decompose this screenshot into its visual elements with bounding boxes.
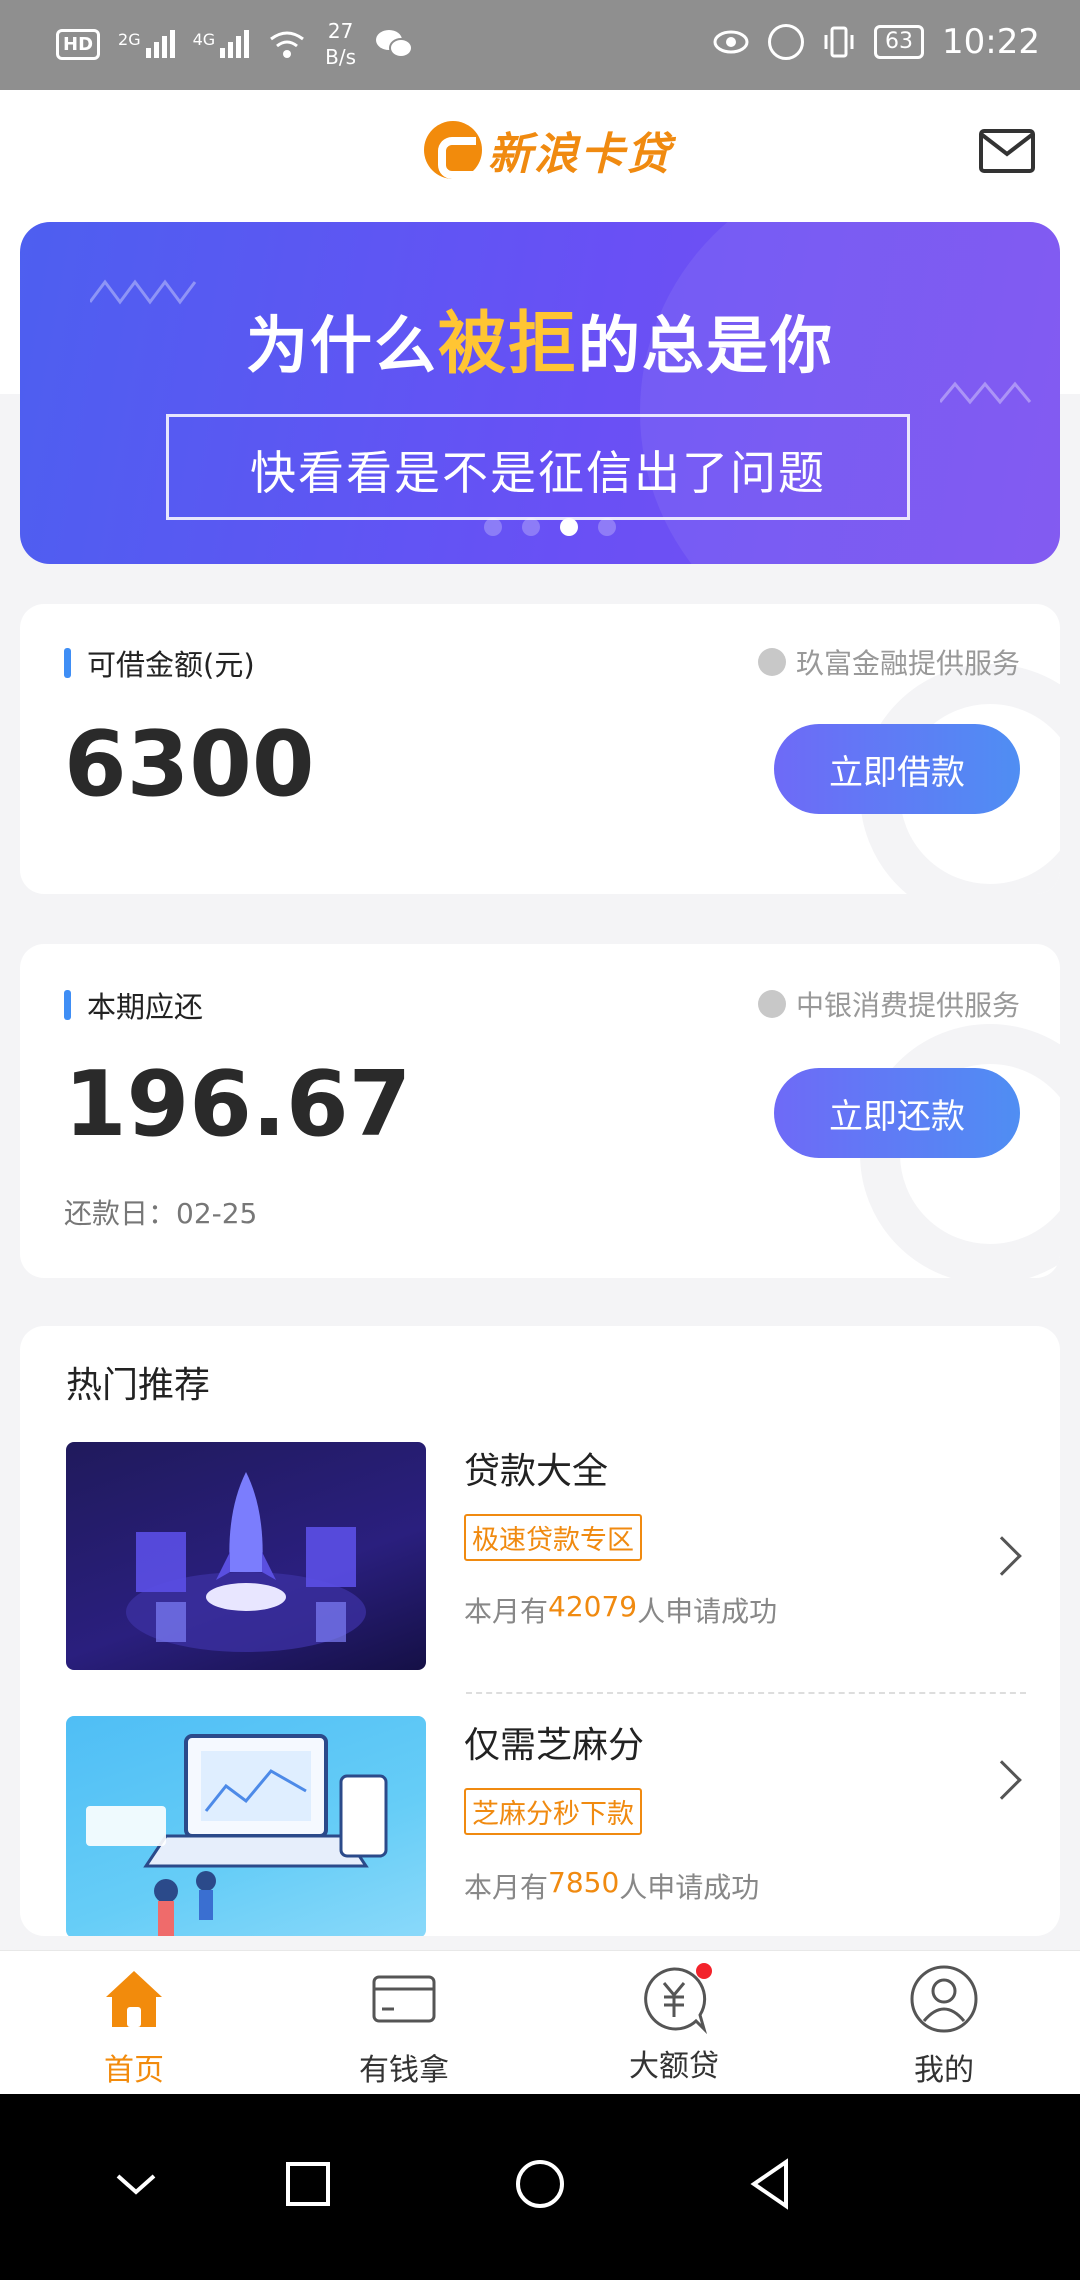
status-right: 63 10:22 xyxy=(712,22,1040,62)
loan-amount-value: 6300 xyxy=(64,712,315,817)
provider-logo-icon xyxy=(757,648,786,676)
eye-icon xyxy=(713,30,749,54)
status-left: HD 2G 4G 27 B/s xyxy=(56,18,414,70)
chevron-right-icon xyxy=(982,1536,1022,1576)
due-date: 还款日：02-25 xyxy=(64,1197,258,1230)
tab-earn-label: 有钱拿 xyxy=(359,2053,449,2088)
logo-icon xyxy=(424,121,482,179)
item-title: 仅需芝麻分 xyxy=(464,1725,645,1766)
carousel-dot-active xyxy=(560,518,578,536)
carousel-indicator xyxy=(484,518,616,536)
carousel-dot xyxy=(484,518,502,536)
item-tag: 芝麻分秒下款 xyxy=(464,1788,642,1835)
alarm-icon xyxy=(768,24,805,60)
tab-home-label: 首页 xyxy=(104,2053,164,2088)
loan-amount-label: 可借金额(元) xyxy=(64,642,255,684)
repayment-label: 本期应还 xyxy=(64,984,203,1026)
laptop-illustration-image xyxy=(66,1716,426,1936)
repayment-card: 本期应还 中银消费提供服务 196.67 立即还款 还款日：02-25 xyxy=(20,944,1060,1278)
logo-text: 新浪卡贷 xyxy=(488,129,672,180)
tab-mine[interactable]: 我的 xyxy=(844,1963,1044,2089)
borrow-now-button[interactable]: 立即借款 xyxy=(774,724,1020,814)
tab-large-loan-label: 大额贷 xyxy=(629,2049,719,2084)
mail-icon[interactable] xyxy=(978,128,1036,174)
battery-icon: 63 xyxy=(874,25,925,59)
item-title: 贷款大全 xyxy=(464,1451,609,1492)
signal-4g-icon: 4G xyxy=(193,30,250,58)
list-item[interactable]: 仅需芝麻分 芝麻分秒下款 本月有 7850 人申请成功 xyxy=(66,1716,1026,1936)
home-icon xyxy=(106,1971,162,2027)
carousel-dot xyxy=(522,518,540,536)
item-tag: 极速贷款专区 xyxy=(464,1514,642,1561)
wifi-icon xyxy=(270,31,305,58)
home-circle-icon[interactable] xyxy=(510,2154,570,2214)
clock: 10:22 xyxy=(942,22,1040,62)
recents-square-icon[interactable] xyxy=(278,2154,338,2214)
vibrate-icon xyxy=(824,26,854,58)
carousel-dot xyxy=(598,518,616,536)
network-speed: 27 B/s xyxy=(325,19,357,69)
item-description: 本月有 7850 人申请成功 xyxy=(464,1866,760,1904)
tab-earn[interactable]: 有钱拿 xyxy=(304,1963,504,2089)
hd-icon: HD xyxy=(56,28,101,60)
banner-subtitle: 快看看是不是征信出了问题 xyxy=(250,446,826,500)
bottom-navigation: 首页 有钱拿 大额贷 我的 xyxy=(0,1950,1080,2094)
section-title: 热门推荐 xyxy=(66,1365,211,1406)
loan-icon-wrapper xyxy=(638,1963,712,2035)
signal-2g-icon: 2G xyxy=(118,30,175,58)
tab-large-loan[interactable]: 大额贷 xyxy=(574,1963,774,2085)
wechat-icon xyxy=(376,30,414,58)
app-logo: 新浪卡贷 xyxy=(424,118,672,182)
notification-dot xyxy=(696,1963,712,1979)
system-navigation-bar xyxy=(0,2094,1080,2280)
chevron-right-icon xyxy=(982,1760,1022,1800)
list-item[interactable]: 贷款大全 极速贷款专区 本月有 42079 人申请成功 xyxy=(66,1442,1026,1694)
banner-subtitle-box: 快看看是不是征信出了问题 xyxy=(166,414,910,520)
repayment-amount-value: 196.67 xyxy=(64,1052,412,1157)
repay-now-button[interactable]: 立即还款 xyxy=(774,1068,1020,1158)
provider-logo-icon xyxy=(757,990,786,1018)
loan-provider: 玖富金融提供服务 xyxy=(757,642,1020,682)
card-icon xyxy=(372,1975,436,2023)
banner-title: 为什么被拒的总是你 xyxy=(245,305,835,384)
divider xyxy=(466,1692,1026,1694)
promo-banner[interactable]: 为什么被拒的总是你 快看看是不是征信出了问题 xyxy=(20,222,1060,564)
rocket-illustration-image xyxy=(66,1442,426,1670)
loan-amount-card: 可借金额(元) 玖富金融提供服务 6300 立即借款 xyxy=(20,604,1060,894)
tab-mine-label: 我的 xyxy=(914,2053,974,2088)
back-triangle-icon[interactable] xyxy=(740,2154,800,2214)
item-description: 本月有 42079 人申请成功 xyxy=(464,1590,778,1628)
status-bar: HD 2G 4G 27 B/s 63 10:22 xyxy=(0,0,1080,90)
chevron-down-icon[interactable] xyxy=(106,2154,166,2214)
user-icon xyxy=(910,1965,978,2033)
hot-recommendations: 热门推荐 贷款大全 极速贷款专区 本月有 42079 人申请成功 仅需芝麻分 芝… xyxy=(20,1326,1060,1936)
tab-home[interactable]: 首页 xyxy=(34,1963,234,2089)
repayment-provider: 中银消费提供服务 xyxy=(757,984,1020,1024)
app-header: 新浪卡贷 xyxy=(0,90,1080,224)
